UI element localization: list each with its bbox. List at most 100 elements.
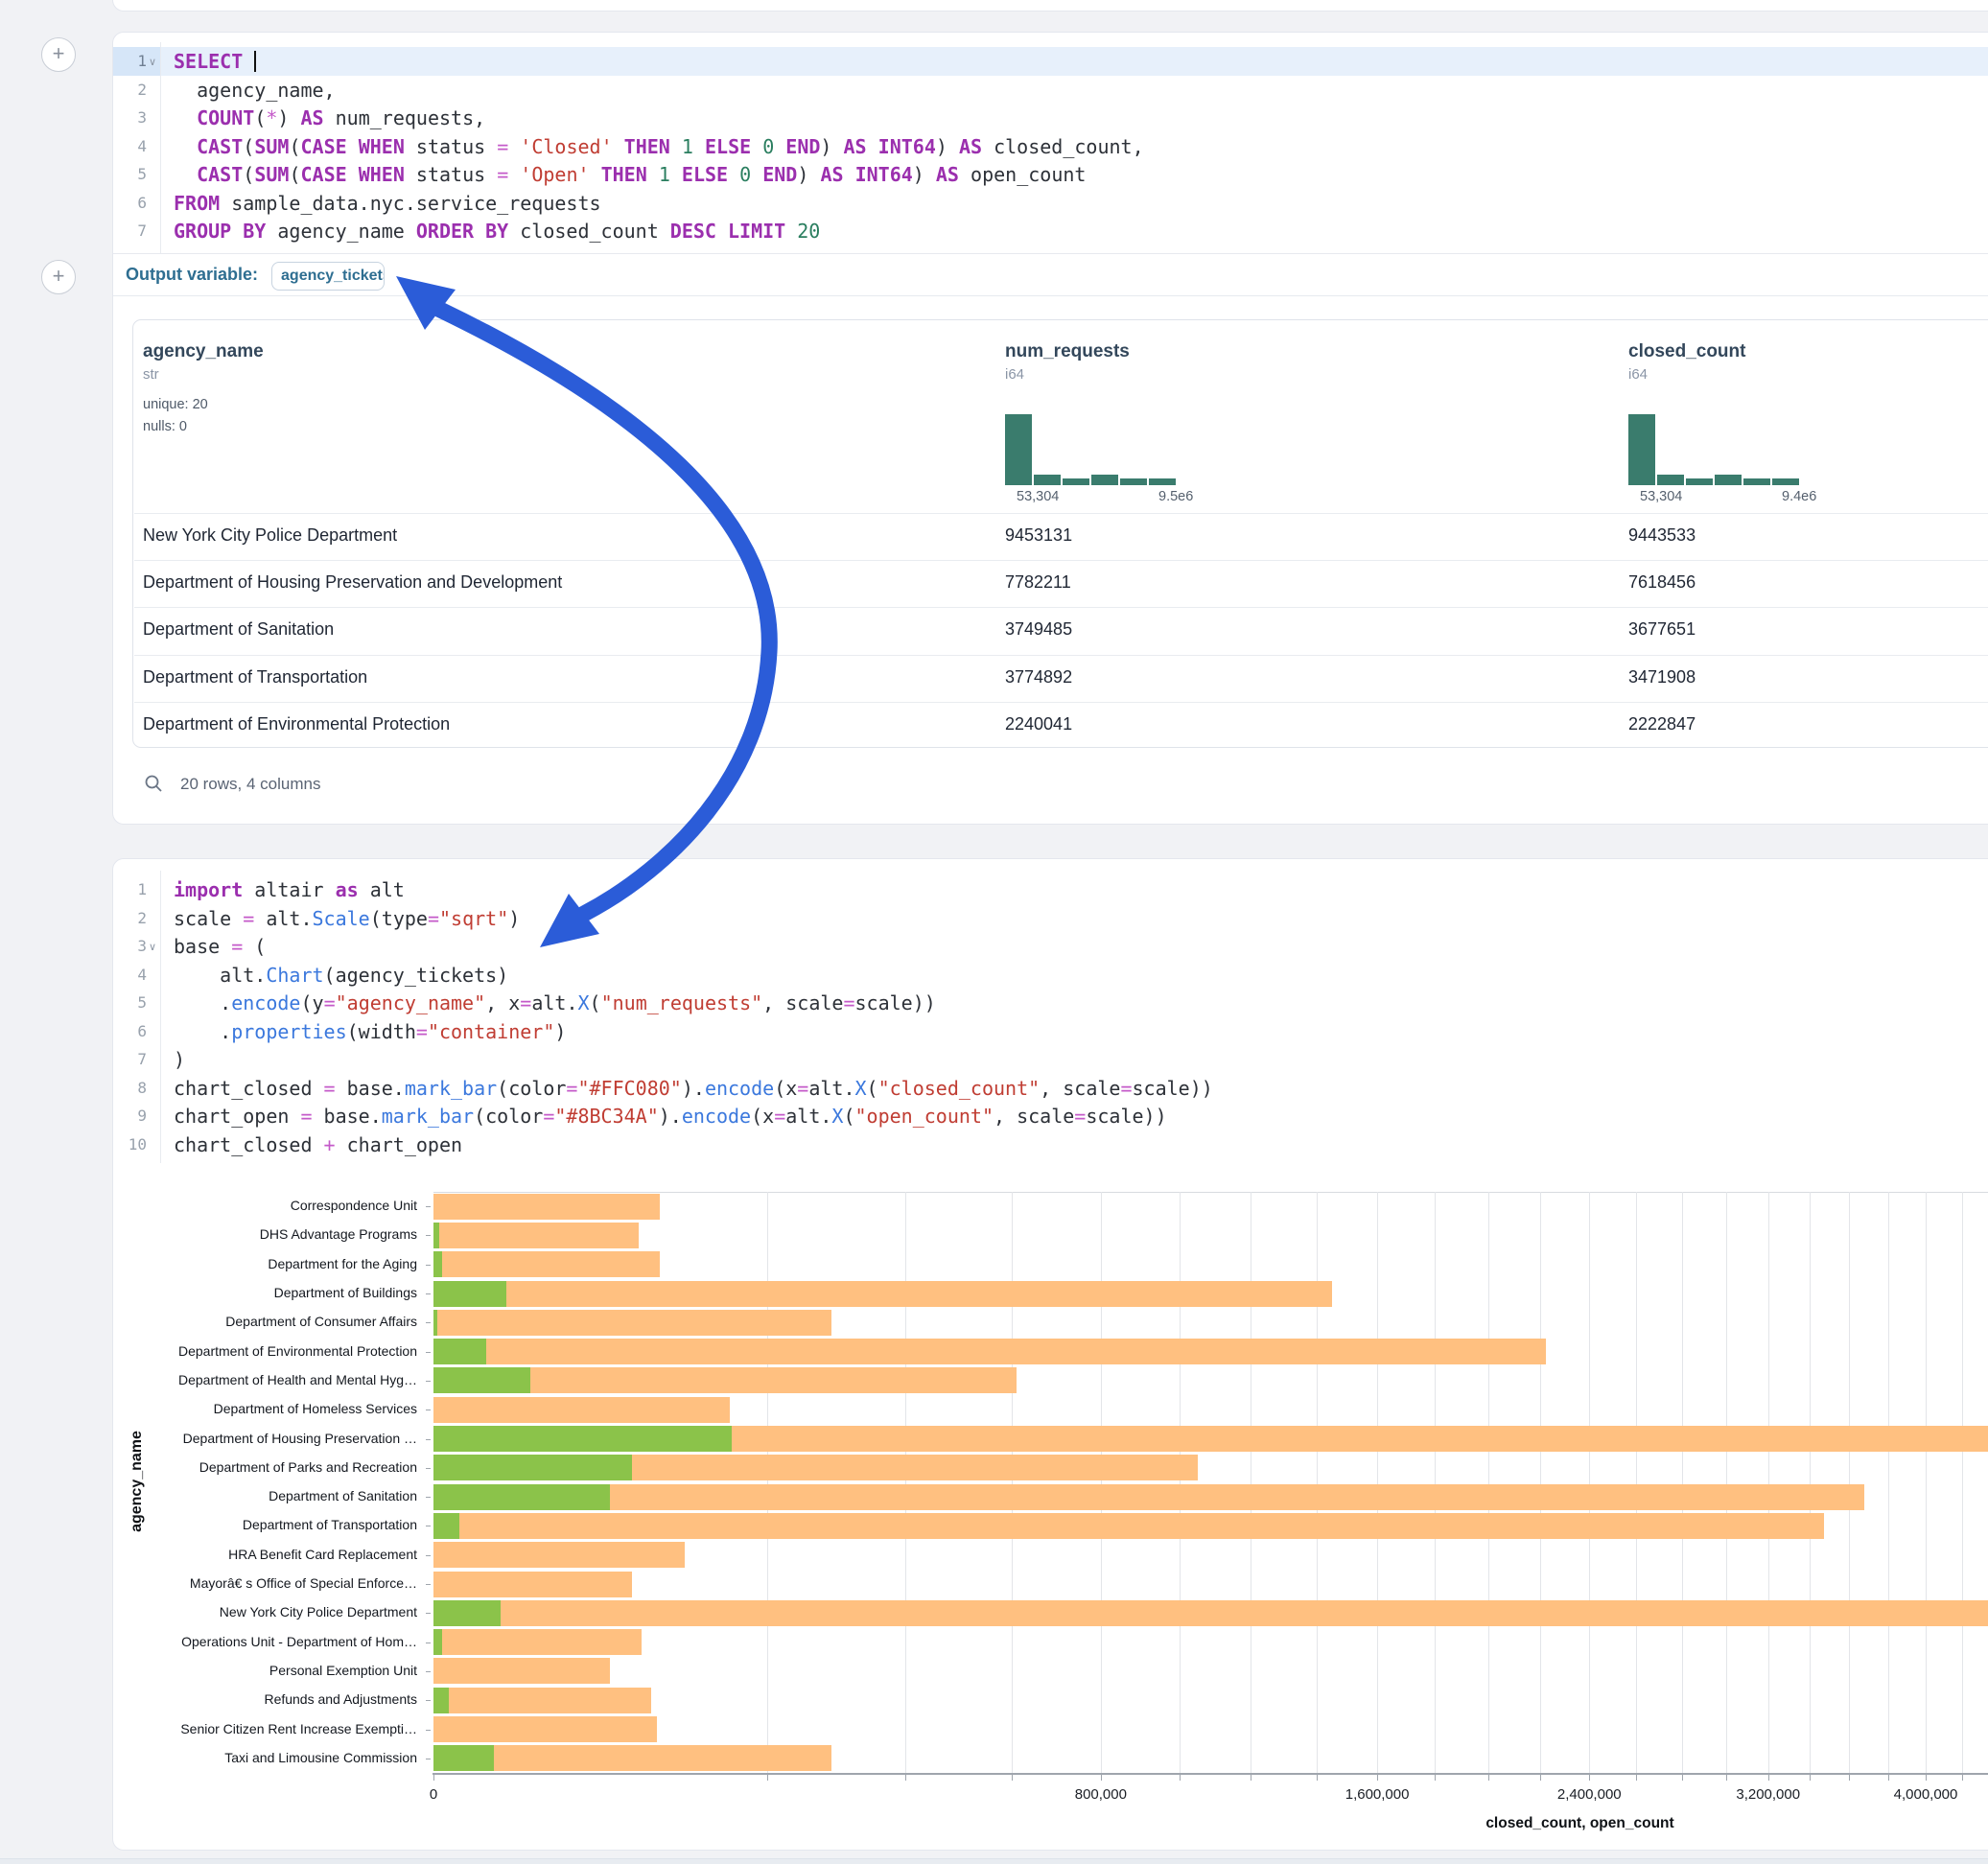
code-line[interactable]: 10chart_closed + chart_open (113, 1130, 1988, 1159)
line-number: 3 (113, 104, 147, 132)
chart-bar-closed_count (433, 1339, 1546, 1364)
y-axis-label: Department of Transportation (113, 1517, 417, 1532)
add-cell-button-output[interactable]: + (41, 260, 76, 294)
column-histogram[interactable] (1005, 403, 1178, 485)
add-cell-button-top[interactable]: + (41, 37, 76, 72)
histogram-max-label: 9.5e6 (1158, 489, 1193, 504)
table-cell: 3749485 (1005, 619, 1072, 640)
column-histogram[interactable] (1628, 403, 1801, 485)
chart-bar-open_count (433, 1455, 632, 1480)
code-line[interactable]: 4 CAST(SUM(CASE WHEN status = 'Closed' T… (113, 132, 1988, 161)
histogram-bar (1772, 478, 1799, 485)
code-text: base = ( (174, 932, 266, 961)
y-axis-label: Department of Buildings (113, 1285, 417, 1300)
line-number: 3 (113, 932, 147, 961)
y-axis-label: Department of Parks and Recreation (113, 1459, 417, 1475)
line-number: 7 (113, 217, 147, 245)
y-axis-label: Taxi and Limousine Commission (113, 1750, 417, 1765)
code-line[interactable]: 6FROM sample_data.nyc.service_requests (113, 189, 1988, 218)
code-line[interactable]: 1∨SELECT (113, 47, 1988, 76)
chart-bar-closed_count (433, 1194, 660, 1220)
code-line[interactable]: 5 CAST(SUM(CASE WHEN status = 'Open' THE… (113, 160, 1988, 189)
gridline (1888, 1192, 1889, 1773)
code-line[interactable]: 3 COUNT(*) AS num_requests, (113, 104, 1988, 132)
gridline (1682, 1192, 1683, 1773)
gridline (1962, 1192, 1963, 1773)
code-line[interactable]: 6 .properties(width="container") (113, 1017, 1988, 1046)
chart-bar-open_count (433, 1251, 442, 1277)
code-line[interactable]: 2 agency_name, (113, 76, 1988, 105)
chart-bar-open_count (433, 1281, 506, 1307)
code-line[interactable]: 2scale = alt.Scale(type="sqrt") (113, 904, 1988, 933)
code-text: .encode(y="agency_name", x=alt.X("num_re… (174, 989, 936, 1017)
column-meta: unique: 20 (143, 397, 208, 412)
chart-bar-closed_count (433, 1658, 610, 1684)
table-cell: 9443533 (1628, 525, 1696, 546)
gridline (1726, 1192, 1727, 1773)
chart-bar-open_count (433, 1339, 486, 1364)
table-cell: Department of Environmental Protection (143, 714, 450, 734)
y-axis-label: Department of Sanitation (113, 1488, 417, 1503)
table-cell: New York City Police Department (143, 525, 397, 546)
histogram-bar (1628, 414, 1655, 485)
sql-code-editor[interactable]: 1∨SELECT 2 agency_name,3 COUNT(*) AS num… (113, 47, 1988, 250)
code-line[interactable]: 7 GROUP BY agency_name ORDER BY closed_co… (113, 217, 1988, 245)
line-number: 5 (113, 160, 147, 189)
y-axis-label: Refunds and Adjustments (113, 1691, 417, 1707)
line-number: 1 (113, 47, 147, 76)
table-footer-text: 20 rows, 4 columns (180, 775, 320, 793)
column-header-num_requests[interactable]: num_requests (1005, 341, 1130, 362)
text-cursor (254, 51, 256, 72)
table-cell: Department of Sanitation (143, 619, 334, 640)
code-line[interactable]: 9chart_open = base.mark_bar(color="#8BC3… (113, 1102, 1988, 1130)
x-axis-tick-label: 0 (430, 1786, 437, 1803)
y-axis-label: DHS Advantage Programs (113, 1226, 417, 1242)
collapse-chevron-icon[interactable]: ∨ (149, 48, 156, 77)
code-line[interactable]: 5 .encode(y="agency_name", x=alt.X("num_… (113, 989, 1988, 1017)
y-axis-label: Department of Environmental Protection (113, 1343, 417, 1359)
chart-bar-closed_count (433, 1513, 1824, 1539)
line-number: 1 (113, 875, 147, 904)
chart-bar-open_count (433, 1513, 459, 1539)
y-axis-label: Department of Health and Mental Hyg… (113, 1372, 417, 1387)
histogram-bar (1005, 414, 1032, 485)
code-line[interactable]: 4 alt.Chart(agency_tickets) (113, 961, 1988, 990)
y-axis-label: Senior Citizen Rent Increase Exempti… (113, 1721, 417, 1736)
histogram-bar (1743, 478, 1770, 485)
chart-bar-open_count (433, 1688, 449, 1713)
code-line[interactable]: 7) (113, 1045, 1988, 1074)
output-variable-badge[interactable]: agency_tickets (271, 262, 385, 291)
chart-bar-closed_count (433, 1600, 1988, 1626)
line-number: 6 (113, 189, 147, 218)
line-number: 5 (113, 989, 147, 1017)
dataframe-preview-table[interactable]: agency_namestrunique: 20nulls: 0num_requ… (132, 319, 1988, 748)
collapse-chevron-icon[interactable]: ∨ (149, 933, 156, 962)
code-line[interactable]: 1import altair as alt (113, 875, 1988, 904)
altair-bar-chart[interactable]: Correspondence UnitDHS Advantage Program… (113, 1176, 1988, 1837)
x-axis-tick-label: 1,600,000 (1345, 1786, 1410, 1803)
chart-bar-closed_count (433, 1251, 660, 1277)
code-text: chart_closed + chart_open (174, 1130, 462, 1159)
y-axis-label: Department of Consumer Affairs (113, 1314, 417, 1329)
chart-bar-open_count (433, 1629, 442, 1655)
chart-bar-open_count (433, 1745, 494, 1771)
code-line[interactable]: 8chart_closed = base.mark_bar(color="#FF… (113, 1074, 1988, 1103)
table-cell: 7782211 (1005, 572, 1071, 593)
gridline (1012, 1192, 1013, 1773)
code-text: GROUP BY agency_name ORDER BY closed_cou… (174, 217, 820, 245)
table-cell: Department of Housing Preservation and D… (143, 572, 562, 593)
python-code-editor[interactable]: 1import altair as alt2scale = alt.Scale(… (113, 875, 1988, 1160)
gridline (1180, 1192, 1181, 1773)
column-header-agency_name[interactable]: agency_name (143, 341, 264, 362)
code-text: alt.Chart(agency_tickets) (174, 961, 508, 990)
gridline (1317, 1192, 1318, 1773)
table-footer: 20 rows, 4 columns (144, 773, 719, 796)
chart-bar-closed_count (433, 1281, 1332, 1307)
table-cell: 7618456 (1628, 572, 1696, 593)
code-line[interactable]: 3∨ base = ( (113, 932, 1988, 961)
column-header-closed_count[interactable]: closed_count (1628, 341, 1745, 362)
chart-bar-closed_count (433, 1484, 1864, 1510)
histogram-bar (1686, 478, 1713, 485)
search-icon[interactable] (144, 774, 163, 800)
chart-bar-open_count (433, 1426, 732, 1452)
